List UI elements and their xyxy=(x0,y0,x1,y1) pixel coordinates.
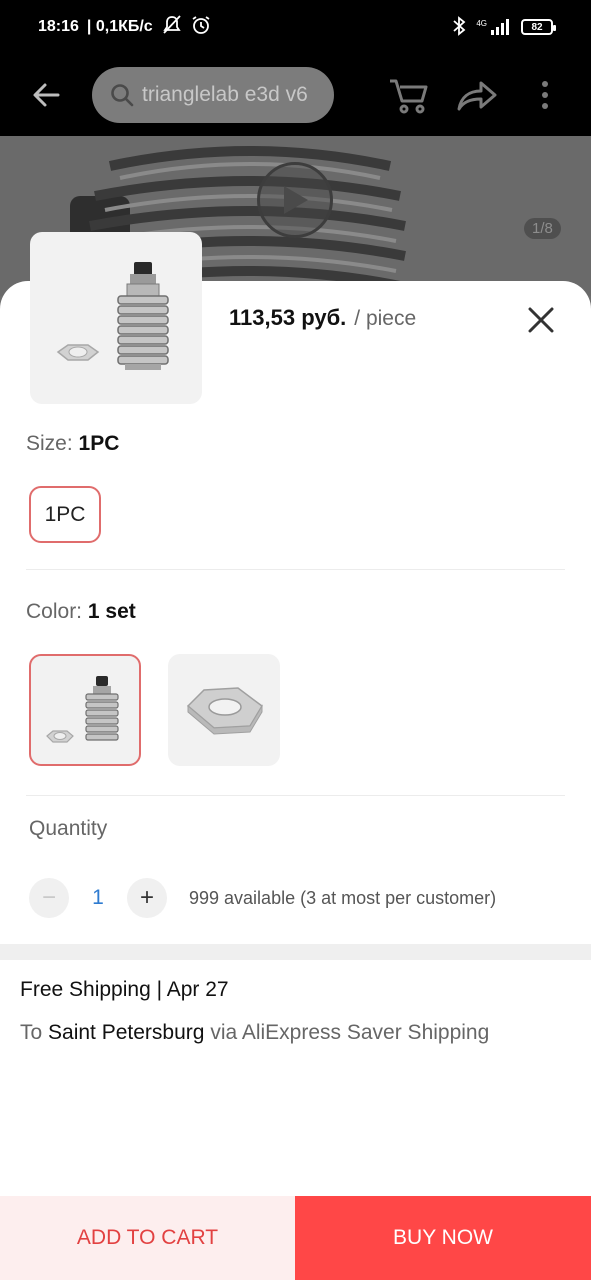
shipping-method: via AliExpress Saver Shipping xyxy=(210,1021,490,1044)
size-option-1pc[interactable]: 1PC xyxy=(29,486,101,543)
selected-sku-thumbnail xyxy=(30,232,202,404)
quantity-label-text: Quantity xyxy=(29,817,108,840)
sku-selector-sheet xyxy=(0,281,591,1280)
shipping-to-label: To xyxy=(20,1021,43,1044)
quantity-label: Quantity xyxy=(29,817,107,841)
alarm-icon xyxy=(191,15,211,40)
size-label: Size: xyxy=(26,432,73,455)
bluetooth-icon xyxy=(452,15,466,39)
shipping-summary[interactable]: Free Shipping | Apr 27 xyxy=(20,978,229,1002)
color-label-row: Color: 1 set xyxy=(26,600,136,624)
color-option-1-set[interactable] xyxy=(29,654,141,766)
section-separator xyxy=(0,944,591,960)
buy-now-button[interactable]: BUY NOW xyxy=(295,1196,591,1280)
decrease-quantity-button[interactable]: − xyxy=(29,878,69,918)
play-video-button[interactable] xyxy=(257,162,333,238)
status-time: 18:16 xyxy=(38,18,79,35)
increase-quantity-button[interactable]: + xyxy=(127,878,167,918)
back-button[interactable] xyxy=(22,71,70,119)
quantity-stepper: − 1 + 999 available (3 at most per custo… xyxy=(29,878,496,918)
status-bar: 18:16 | 0,1КБ/с 4G 82 xyxy=(0,0,591,54)
color-option-nut[interactable] xyxy=(168,654,280,766)
battery-level: 82 xyxy=(531,21,543,33)
quantity-value[interactable]: 1 xyxy=(69,886,127,910)
back-arrow-icon xyxy=(33,83,60,107)
close-button[interactable] xyxy=(521,300,561,340)
search-icon xyxy=(111,84,134,107)
status-speed: | 0,1КБ/с xyxy=(86,18,153,35)
close-icon xyxy=(528,307,554,333)
divider xyxy=(26,569,565,570)
availability-text: 999 available (3 at most per customer) xyxy=(189,887,497,908)
price-row: 113,53 руб. / piece xyxy=(229,305,416,331)
signal-icon: 4G xyxy=(476,19,511,35)
add-to-cart-button[interactable]: ADD TO CART xyxy=(0,1196,295,1280)
cart-button[interactable] xyxy=(385,71,433,119)
bottom-action-bar: ADD TO CART BUY NOW xyxy=(0,1196,591,1280)
minus-icon: − xyxy=(41,884,56,911)
share-button[interactable] xyxy=(453,71,501,119)
search-bar[interactable] xyxy=(92,67,334,123)
price: 113,53 руб. xyxy=(229,305,347,330)
nav-actions xyxy=(385,71,569,119)
image-counter: 1/8 xyxy=(524,218,561,239)
share-icon xyxy=(457,81,497,111)
battery-icon: 82 xyxy=(521,19,556,35)
size-option-label: 1PC xyxy=(44,502,86,526)
color-selected-value: 1 set xyxy=(87,600,136,623)
color-label: Color: xyxy=(26,600,83,623)
top-nav xyxy=(0,54,591,136)
size-label-row: Size: 1PC xyxy=(26,432,119,456)
mute-notifications-icon xyxy=(161,14,183,40)
network-type: 4G xyxy=(476,19,487,28)
price-unit: / piece xyxy=(354,307,417,330)
play-icon xyxy=(284,186,308,214)
status-right: 4G 82 xyxy=(452,15,556,39)
more-icon xyxy=(542,81,548,109)
plus-icon: + xyxy=(139,884,154,911)
hotend-heatsink-image xyxy=(56,262,169,370)
hotend-set-image xyxy=(46,676,119,743)
shipping-city: Saint Petersburg xyxy=(48,1021,205,1044)
shipping-destination[interactable]: To Saint Petersburg via AliExpress Saver… xyxy=(20,1021,489,1045)
status-left: 18:16 | 0,1КБ/с xyxy=(38,14,211,40)
search-input[interactable] xyxy=(142,83,312,107)
cart-icon xyxy=(390,79,428,114)
divider xyxy=(26,795,565,796)
nut-image xyxy=(186,687,263,735)
more-button[interactable] xyxy=(521,71,569,119)
size-selected-value: 1PC xyxy=(78,432,120,455)
